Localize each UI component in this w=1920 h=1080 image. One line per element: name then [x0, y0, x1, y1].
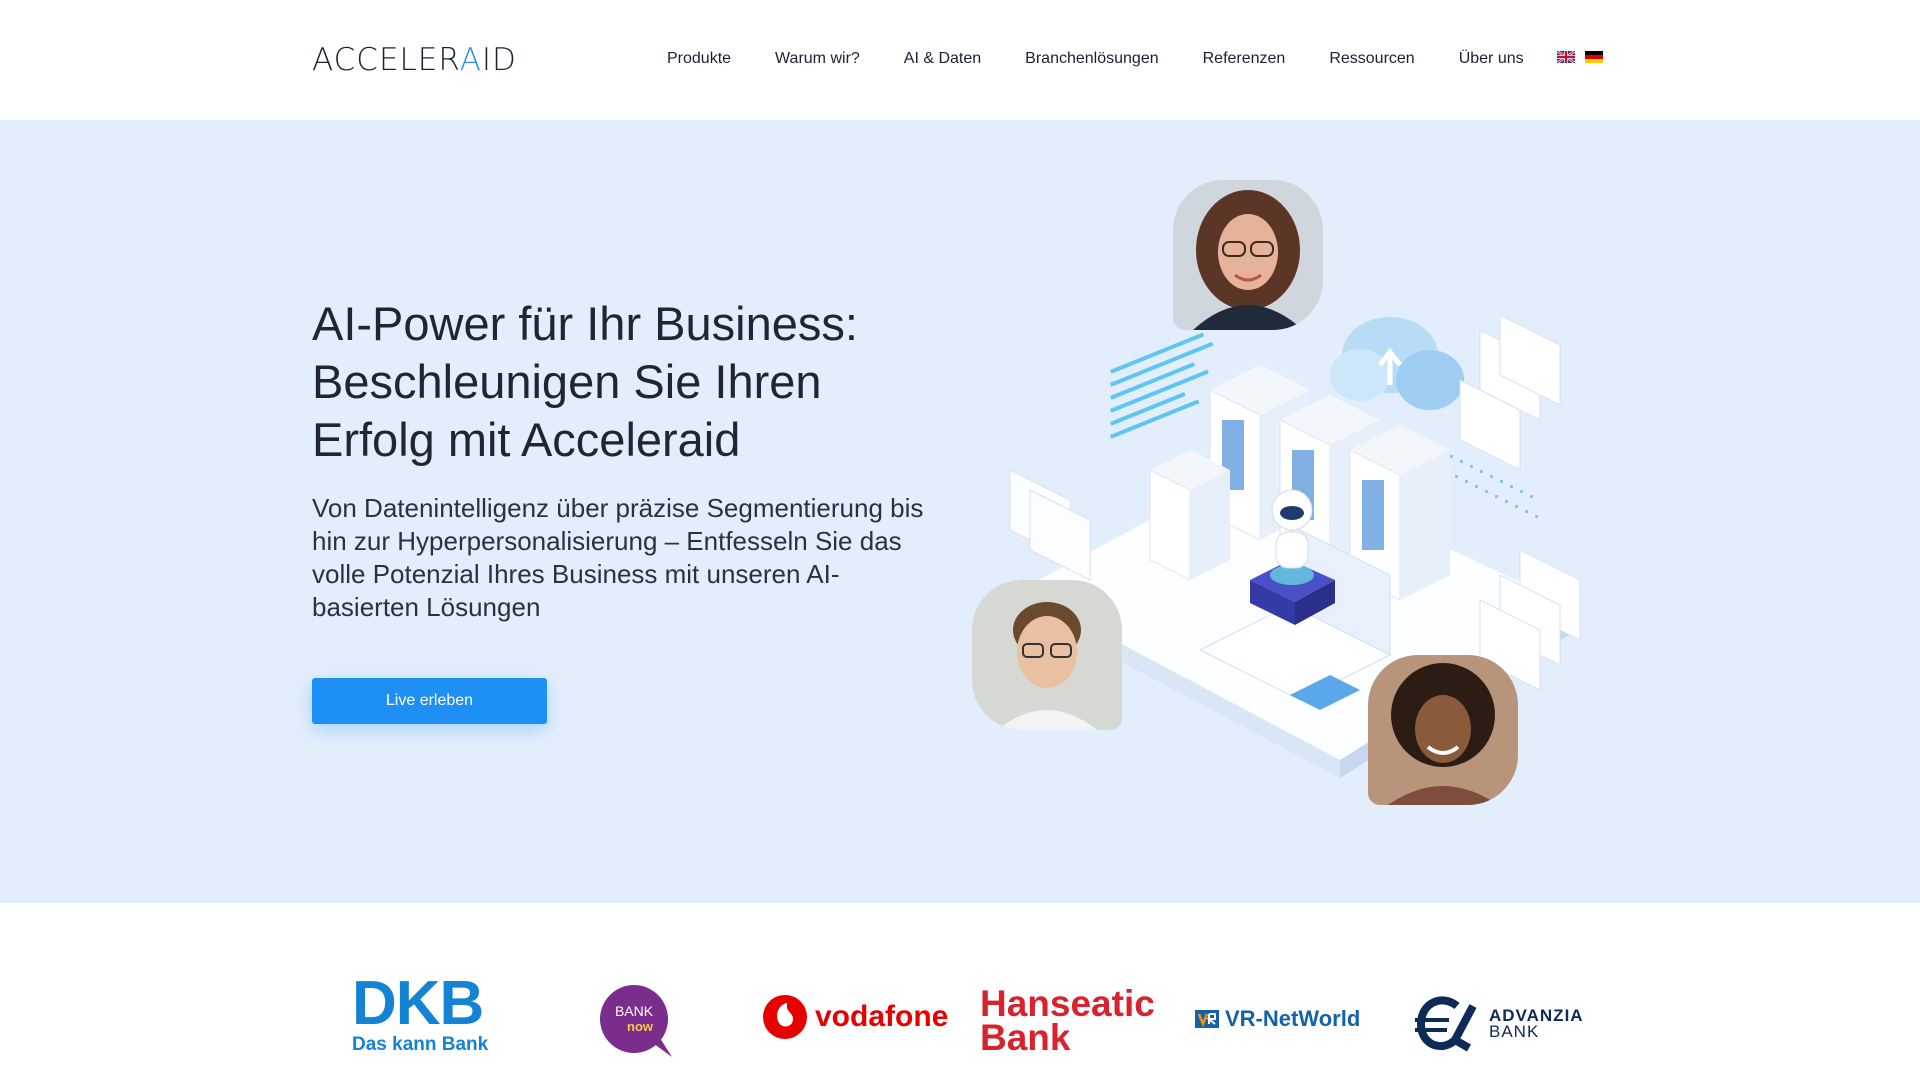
nav-item-referenzen[interactable]: Referenzen — [1203, 50, 1286, 68]
hanseatic-line1: Hanseatic — [980, 983, 1155, 1024]
flag-de-icon[interactable] — [1585, 51, 1603, 63]
hero-lead-text: Von Datenintelligenz über präzise Segmen… — [312, 493, 924, 622]
acceleraid-logo[interactable]: ACCELERAID — [312, 42, 517, 78]
advanzia-line2: BANK — [1489, 1022, 1540, 1041]
site-header: ACCELERAID Produkte Warum wir? AI & Date… — [0, 0, 1920, 120]
vr-bank-icon — [1195, 1010, 1219, 1028]
nav-item-produkte[interactable]: Produkte — [667, 50, 731, 68]
nav-item-branchenloesungen[interactable]: Branchenlösungen — [1025, 50, 1158, 68]
logo-advanzia-bank: ADVANZIA BANK — [1413, 996, 1584, 1052]
hero-section: AI-Power für Ihr Business: Beschleunigen… — [0, 120, 1920, 903]
nav-item-ueber-uns[interactable]: Über uns — [1459, 50, 1524, 68]
dkb-wordmark: DKB — [352, 969, 484, 1038]
bank-now-line1: BANK — [615, 1003, 654, 1019]
avatar-woman-curly — [1368, 655, 1518, 805]
logo-text-suffix: ID — [481, 42, 517, 78]
avatar-woman-glasses — [1173, 180, 1323, 330]
bank-now-bubble-icon: BANK now — [600, 985, 672, 1057]
bank-now-line2: now — [627, 1019, 654, 1034]
logo-vr-networld: VR-NetWorld — [1195, 1006, 1360, 1032]
logo-bank-now: BANK now — [600, 985, 676, 1064]
nav-item-warum-wir[interactable]: Warum wir? — [775, 50, 860, 68]
live-erleben-button[interactable]: Live erleben — [312, 678, 547, 724]
vodafone-speechmark-icon — [763, 995, 807, 1039]
language-switcher — [1557, 51, 1603, 63]
nav-item-ai-daten[interactable]: AI & Daten — [904, 50, 981, 68]
hero-illustration — [960, 180, 1620, 820]
logo-vodafone: vodafone — [763, 995, 948, 1039]
flag-uk-icon[interactable] — [1557, 51, 1575, 63]
logo-dkb: DKB Das kann Bank — [352, 969, 489, 1056]
main-nav: Produkte Warum wir? AI & Daten Branchenl… — [667, 48, 1568, 70]
hanseatic-line2: Bank — [980, 1017, 1071, 1058]
logo-hanseatic-bank: Hanseatic Bank — [980, 983, 1155, 1058]
nav-item-ressourcen[interactable]: Ressourcen — [1329, 50, 1414, 68]
dkb-tagline: Das kann Bank — [352, 1034, 489, 1055]
logo-text-accent: A — [459, 42, 482, 78]
client-logos-strip: DKB Das kann Bank BANK now vodafone Hans… — [0, 903, 1920, 1080]
advanzia-alpha-icon — [1415, 996, 1477, 1052]
vodafone-wordmark: vodafone — [815, 1000, 949, 1033]
vr-networld-wordmark: VR-NetWorld — [1225, 1006, 1361, 1031]
avatar-man-glasses — [972, 580, 1122, 730]
logo-text-prefix: ACCELER — [312, 42, 460, 78]
hero-headline: AI-Power für Ihr Business: Beschleunigen… — [312, 297, 858, 466]
